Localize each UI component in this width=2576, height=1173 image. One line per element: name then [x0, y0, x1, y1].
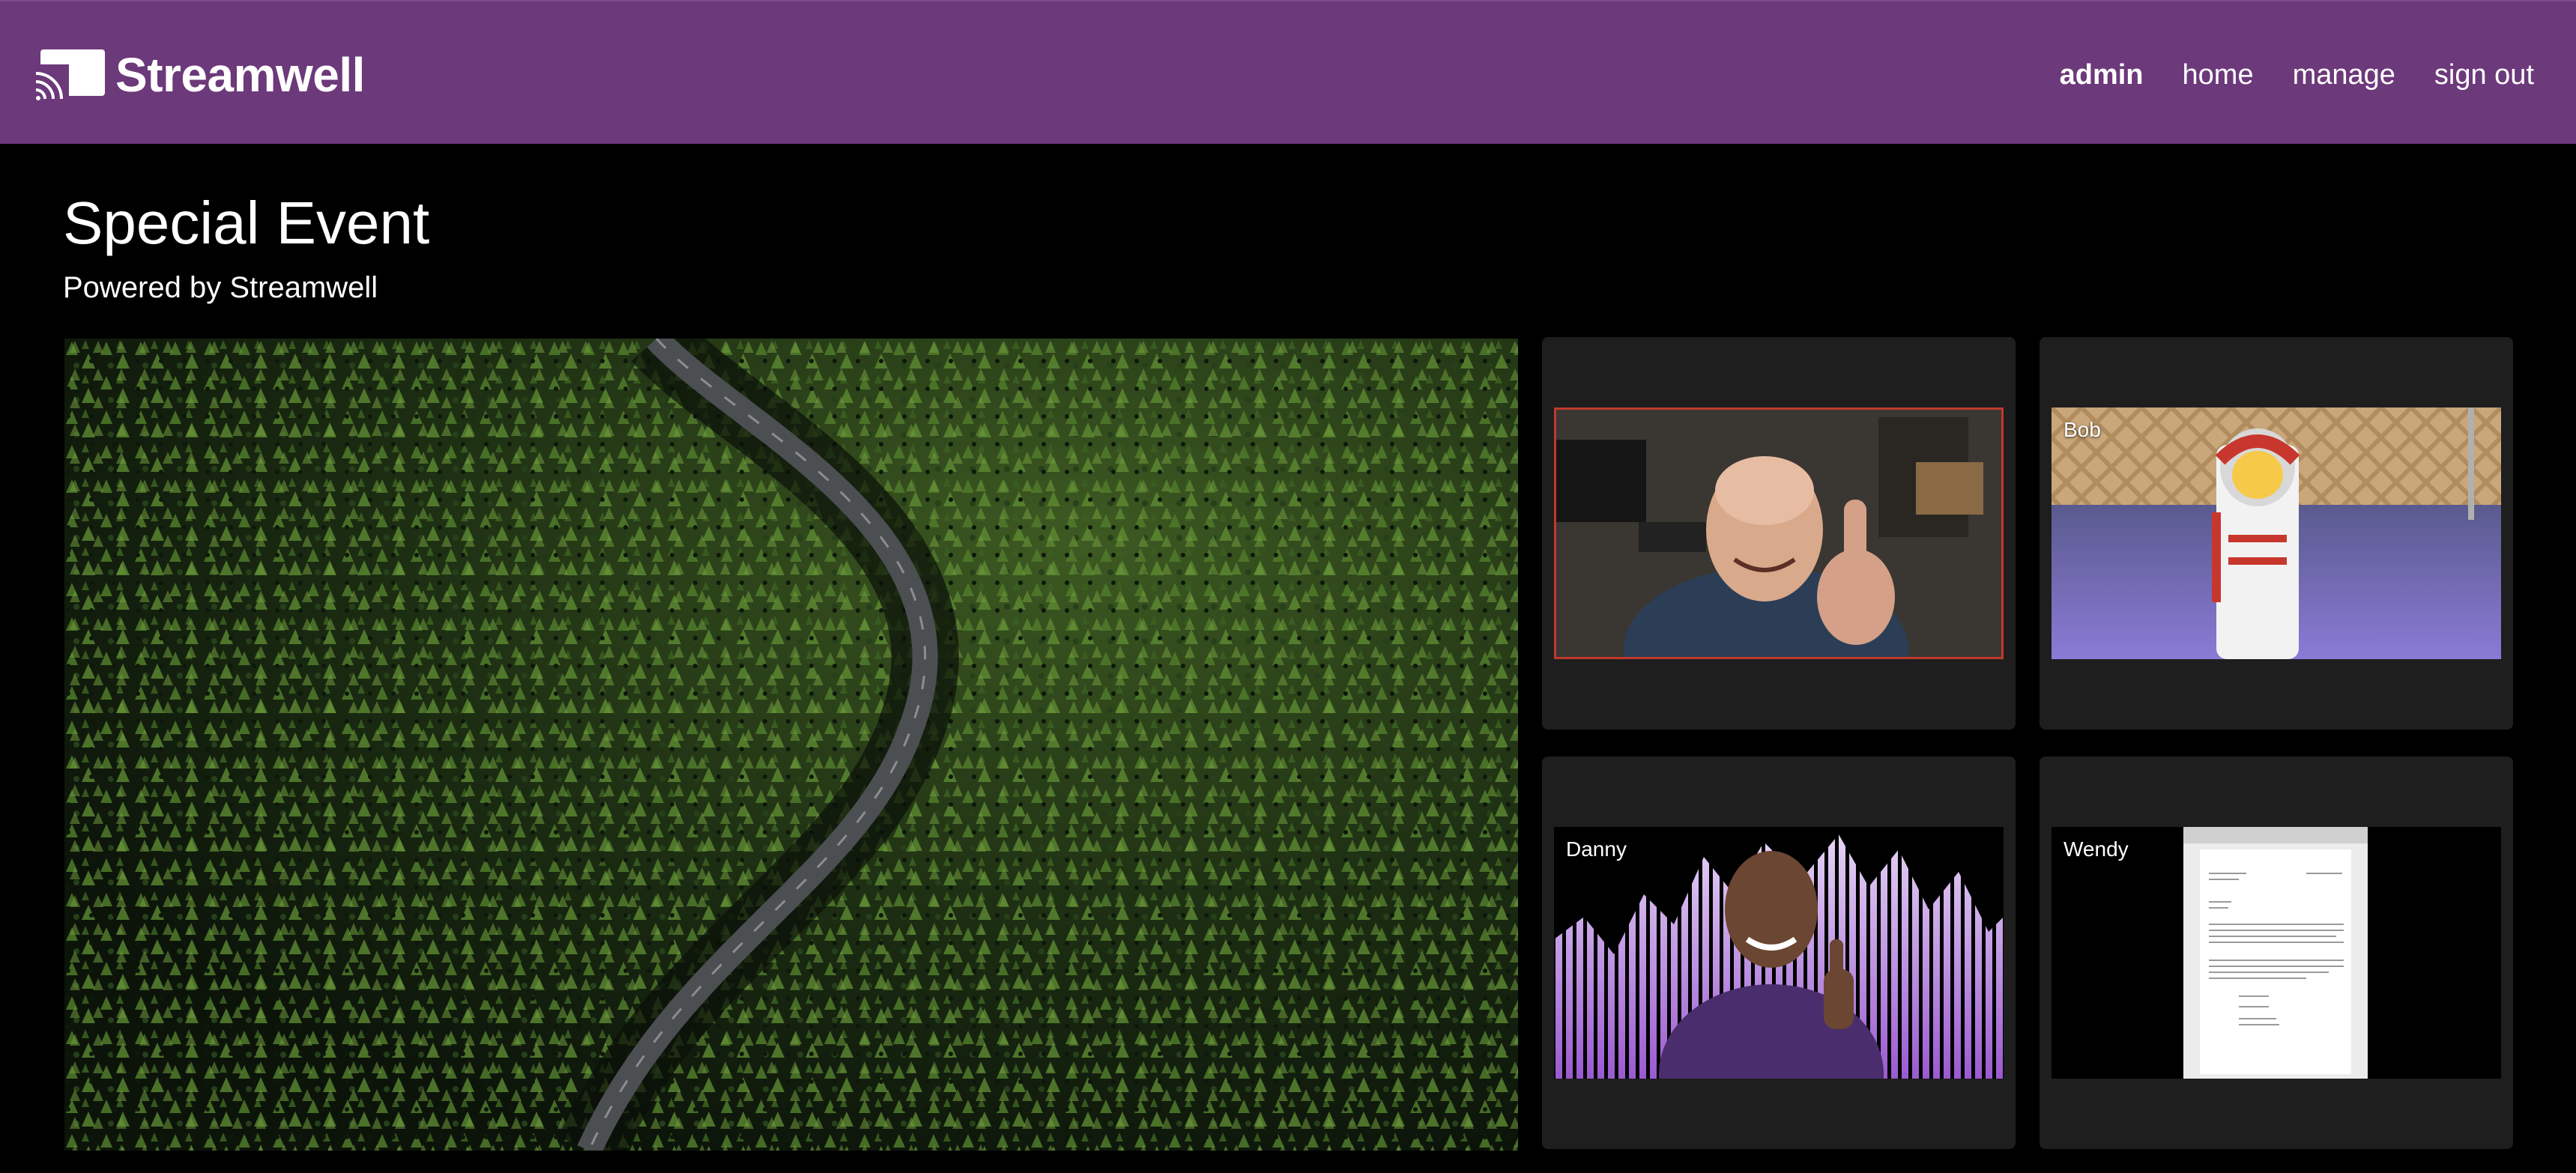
page-title: Special Event — [63, 190, 430, 256]
nav-sign-out[interactable]: sign out — [2434, 55, 2534, 94]
participant-name: Bob — [2063, 418, 2101, 441]
participant-video[interactable] — [1554, 407, 2004, 659]
participant-name: Wendy — [2063, 837, 2129, 861]
top-navbar: Streamwell admin home manage sign out — [0, 0, 2576, 144]
brand-link[interactable]: Streamwell — [35, 48, 365, 102]
participant-name: Danny — [1566, 837, 1627, 861]
participant-tile: Wendy — [2040, 757, 2513, 1149]
main-stream-video[interactable] — [64, 339, 1518, 1151]
page-subtitle: Powered by Streamwell — [63, 271, 378, 304]
brand-name: Streamwell — [115, 48, 365, 102]
participant-video[interactable]: Danny — [1554, 827, 2004, 1079]
nav-admin[interactable]: admin — [2060, 55, 2144, 94]
nav-links: admin home manage sign out — [2060, 55, 2534, 94]
participant-video[interactable]: Bob — [2052, 407, 2501, 659]
participant-tile — [1542, 337, 2016, 730]
cast-icon — [35, 49, 105, 100]
nav-home[interactable]: home — [2183, 55, 2254, 94]
participant-video[interactable]: Wendy — [2052, 827, 2501, 1079]
participant-tile: Bob — [2040, 337, 2513, 730]
nav-manage[interactable]: manage — [2293, 55, 2395, 94]
participant-tile: Danny — [1542, 757, 2016, 1149]
